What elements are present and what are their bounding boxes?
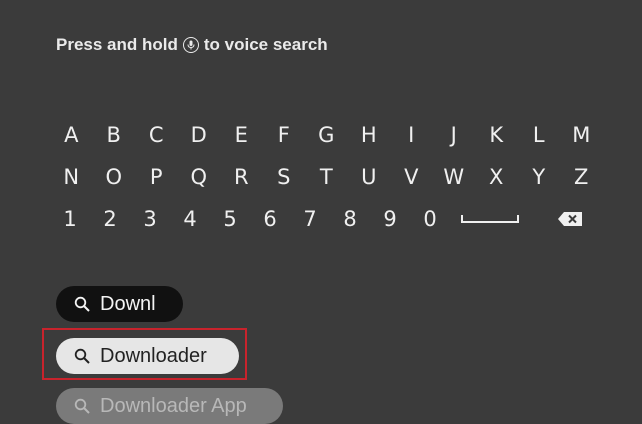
key-0[interactable]: 0 xyxy=(410,207,450,231)
search-icon xyxy=(74,296,90,312)
key-e[interactable]: E xyxy=(220,123,263,147)
key-o[interactable]: O xyxy=(93,165,136,189)
key-1[interactable]: 1 xyxy=(50,207,90,231)
suggestion-label: Downloader App xyxy=(100,394,247,417)
suggestion-downloader-app[interactable]: Downloader App xyxy=(56,388,283,424)
key-q[interactable]: Q xyxy=(178,165,221,189)
backspace-icon xyxy=(558,212,582,226)
key-f[interactable]: F xyxy=(263,123,306,147)
key-y[interactable]: Y xyxy=(518,165,561,189)
backspace-key[interactable] xyxy=(530,211,610,227)
key-s[interactable]: S xyxy=(263,165,306,189)
voice-search-hint: Press and hold to voice search xyxy=(56,34,328,56)
key-8[interactable]: 8 xyxy=(330,207,370,231)
space-icon xyxy=(461,215,519,223)
key-u[interactable]: U xyxy=(348,165,391,189)
key-r[interactable]: R xyxy=(220,165,263,189)
key-c[interactable]: C xyxy=(135,123,178,147)
key-h[interactable]: H xyxy=(348,123,391,147)
key-i[interactable]: I xyxy=(390,123,433,147)
key-p[interactable]: P xyxy=(135,165,178,189)
keyboard-row-1: A B C D E F G H I J K L M xyxy=(50,114,610,156)
key-t[interactable]: T xyxy=(305,165,348,189)
key-5[interactable]: 5 xyxy=(210,207,250,231)
key-v[interactable]: V xyxy=(390,165,433,189)
key-x[interactable]: X xyxy=(475,165,518,189)
key-w[interactable]: W xyxy=(433,165,476,189)
search-icon xyxy=(74,398,90,414)
selection-highlight-box xyxy=(42,328,247,380)
keyboard-row-3: 1 2 3 4 5 6 7 8 9 0 xyxy=(50,198,610,240)
key-d[interactable]: D xyxy=(178,123,221,147)
key-4[interactable]: 4 xyxy=(170,207,210,231)
key-z[interactable]: Z xyxy=(560,165,603,189)
key-b[interactable]: B xyxy=(93,123,136,147)
key-m[interactable]: M xyxy=(560,123,603,147)
key-a[interactable]: A xyxy=(50,123,93,147)
key-n[interactable]: N xyxy=(50,165,93,189)
key-2[interactable]: 2 xyxy=(90,207,130,231)
hint-text-after: to voice search xyxy=(203,35,328,54)
keyboard-row-2: N O P Q R S T U V W X Y Z xyxy=(50,156,610,198)
search-query-pill[interactable]: Downl xyxy=(56,286,183,322)
key-g[interactable]: G xyxy=(305,123,348,147)
key-6[interactable]: 6 xyxy=(250,207,290,231)
search-query-text: Downl xyxy=(100,292,156,315)
key-k[interactable]: K xyxy=(475,123,518,147)
mic-icon xyxy=(182,37,199,53)
hint-text-before: Press and hold xyxy=(56,35,178,54)
onscreen-keyboard: A B C D E F G H I J K L M N O P Q R S T … xyxy=(50,114,610,240)
key-7[interactable]: 7 xyxy=(290,207,330,231)
key-l[interactable]: L xyxy=(518,123,561,147)
key-j[interactable]: J xyxy=(433,123,476,147)
space-key[interactable] xyxy=(450,214,530,224)
key-9[interactable]: 9 xyxy=(370,207,410,231)
key-3[interactable]: 3 xyxy=(130,207,170,231)
